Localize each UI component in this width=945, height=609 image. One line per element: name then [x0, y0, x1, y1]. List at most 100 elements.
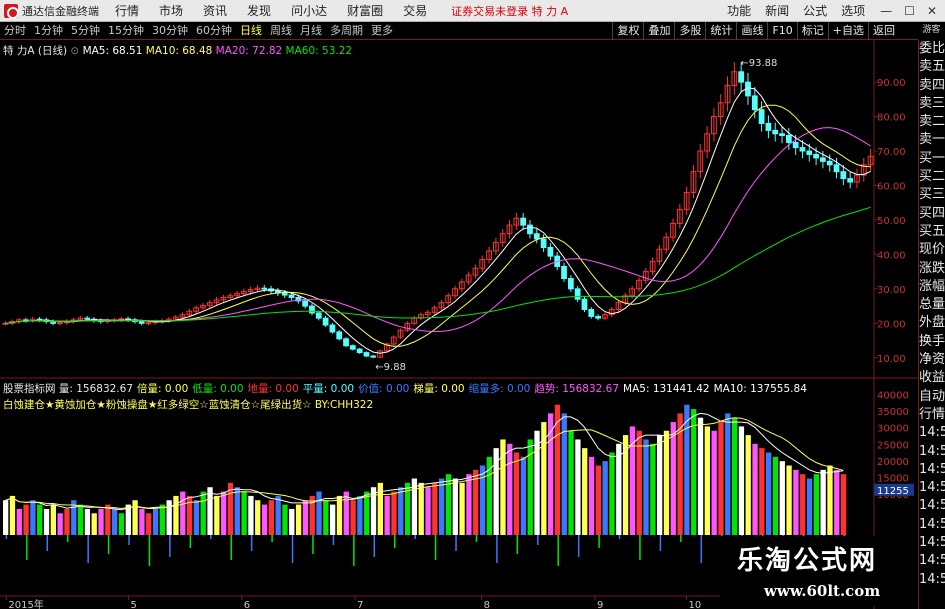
- price-tick-label-4: 50.00: [877, 216, 906, 227]
- menu-item-4[interactable]: 问小达: [281, 0, 337, 22]
- volume-bar: [125, 504, 131, 535]
- volume-bar: [241, 491, 247, 535]
- period-tab-9[interactable]: 多周期: [326, 22, 367, 40]
- period-toolbar: 分时 1分钟 5分钟 15分钟 30分钟 60分钟 日线 周线 月线 多周期 更多 复权 叠加 多股 统计…: [0, 22, 945, 40]
- period-tab-4[interactable]: 30分钟: [148, 22, 192, 40]
- volume-bar: [77, 504, 84, 535]
- sidebar-item-19[interactable]: 自动: [919, 388, 945, 406]
- sidebar-item-24[interactable]: 14:5: [919, 479, 945, 497]
- kline-chart[interactable]: 90.00 80.00 70.00 60.00 50.00 40.00 30.00 20.00…: [0, 40, 918, 609]
- watermark-url: www.60lt.com: [764, 582, 881, 600]
- volume-bar: [588, 456, 595, 535]
- sub-legend: 白蚀建仓★黄蚀加仓★粉蚀操盘★红多绿空☆蓝蚀清仓☆尾绿出货☆ BY:CHH322: [3, 399, 374, 411]
- price-tick-label-8: 10.00: [877, 354, 906, 365]
- volume-bar: [275, 495, 281, 535]
- volume-bar: [50, 504, 56, 535]
- sidebar-item-13: 涨幅: [919, 278, 945, 294]
- period-tab-2[interactable]: 5分钟: [67, 22, 104, 40]
- maximize-icon[interactable]: ☐: [904, 4, 915, 18]
- right-menu-item-2[interactable]: 公式: [796, 0, 834, 22]
- menu-item-1[interactable]: 市场: [149, 0, 193, 22]
- sidebar-item-5: 卖一: [919, 132, 945, 148]
- sidebar-item-21[interactable]: 14:5: [919, 424, 945, 442]
- candle-body: [343, 338, 349, 347]
- volume-bar: [336, 495, 343, 535]
- volume-bar: [616, 443, 622, 535]
- volume-bar: [316, 491, 322, 535]
- tool-button-6[interactable]: 标记: [796, 22, 828, 40]
- logo-icon: [4, 3, 19, 19]
- guest-label[interactable]: 游客: [922, 25, 940, 35]
- sidebar-item-22[interactable]: 14:5: [919, 443, 945, 461]
- app-name: 通达信金融终端: [22, 4, 99, 18]
- period-tab-8[interactable]: 月线: [296, 22, 326, 40]
- login-alert[interactable]: 证券交易未登录 特 力 A: [451, 3, 720, 19]
- minimize-icon[interactable]: —: [880, 4, 892, 18]
- right-menu-item-3[interactable]: 选项: [834, 0, 872, 22]
- tool-button-2[interactable]: 多股: [674, 22, 705, 40]
- volume-bar: [221, 491, 227, 535]
- right-menu-item-1[interactable]: 新闻: [758, 0, 796, 22]
- volume-bar: [84, 508, 91, 535]
- candle-body: [588, 309, 595, 317]
- sidebar-item-1: 卖五: [919, 59, 945, 75]
- menu-item-0[interactable]: 行情: [105, 0, 149, 22]
- candle-body: [772, 129, 779, 135]
- tool-button-5[interactable]: F10: [767, 22, 796, 40]
- sidebar-item-28[interactable]: 14:5: [919, 552, 945, 570]
- tool-button-8[interactable]: 返回: [868, 22, 899, 40]
- period-tab-1[interactable]: 1分钟: [30, 22, 67, 40]
- close-icon[interactable]: ✕: [927, 4, 937, 18]
- volume-bar: [146, 513, 152, 535]
- sidebar-item-29[interactable]: 14:5: [919, 571, 945, 589]
- x-tick-label-2: 6: [244, 600, 250, 609]
- right-menu-item-0[interactable]: 功能: [720, 0, 758, 22]
- volume-bar: [418, 482, 424, 535]
- main-title-row: 特 力A (日线) ⊙ MA5: 68.51 MA10: 68.48 MA20:…: [3, 43, 352, 58]
- settings-icon[interactable]: ⊙: [70, 45, 79, 57]
- volume-bar: [657, 435, 663, 535]
- menu-item-6[interactable]: 交易: [393, 0, 437, 22]
- sub-indicator-name: 股票指标网: [3, 383, 59, 395]
- candle-body: [138, 321, 145, 324]
- menu-item-5[interactable]: 财富圈: [337, 0, 393, 22]
- volume-bar: [91, 513, 97, 535]
- tool-button-0[interactable]: 复权: [612, 22, 643, 40]
- vol-tick-label-1: 35000: [877, 407, 909, 418]
- tool-button-1[interactable]: 叠加: [643, 22, 674, 40]
- menu-item-3[interactable]: 发现: [237, 0, 281, 22]
- sidebar-item-8: 买三: [919, 187, 945, 203]
- volume-bar: [214, 495, 220, 535]
- period-tab-3[interactable]: 15分钟: [104, 22, 148, 40]
- volume-bar: [704, 426, 710, 535]
- volume-bar: [629, 426, 636, 535]
- sidebar-item-26[interactable]: 14:5: [919, 516, 945, 534]
- volume-bar: [248, 495, 254, 535]
- period-tab-10[interactable]: 更多: [367, 22, 397, 40]
- tool-button-4[interactable]: 画线: [736, 22, 767, 40]
- period-tab-6[interactable]: 日线: [236, 22, 266, 40]
- period-tab-7[interactable]: 周线: [266, 22, 296, 40]
- period-tab-0[interactable]: 分时: [0, 22, 30, 40]
- period-tabs: 分时 1分钟 5分钟 15分钟 30分钟 60分钟 日线 周线 月线 多周期 更多: [0, 22, 397, 40]
- ma60-line: [5, 206, 871, 324]
- sidebar-item-11: 现价: [919, 242, 945, 258]
- menu-item-2[interactable]: 资讯: [193, 0, 237, 22]
- sidebar-item-25[interactable]: 14:5: [919, 497, 945, 515]
- volume-bar: [43, 508, 50, 535]
- sidebar-item-23[interactable]: 14:5: [919, 461, 945, 479]
- volume-bar: [193, 500, 200, 535]
- volume-bar: [98, 508, 104, 535]
- vol-ma10-line: [5, 417, 844, 510]
- volume-bar: [691, 409, 697, 535]
- tool-button-3[interactable]: 统计: [705, 22, 736, 40]
- period-tab-5[interactable]: 60分钟: [192, 22, 236, 40]
- volume-bar: [207, 487, 213, 535]
- tool-button-7[interactable]: +自选: [827, 22, 868, 40]
- sidebar-item-27[interactable]: 14:5: [919, 534, 945, 552]
- sidebar-item-3: 卖三: [919, 95, 945, 111]
- volume-bar: [439, 478, 445, 535]
- candle-body: [738, 71, 745, 83]
- sidebar-item-20[interactable]: 行情: [919, 406, 945, 424]
- volume-bar: [459, 482, 465, 535]
